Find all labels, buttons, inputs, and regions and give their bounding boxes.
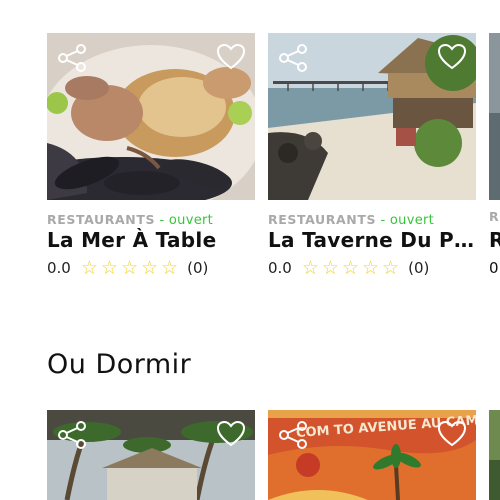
star-outline-icon: ☆ (321, 257, 339, 279)
heart-icon[interactable] (437, 43, 467, 71)
review-count: (0) (408, 259, 430, 277)
rating-value: 0 (489, 259, 499, 277)
restaurant-name[interactable]: La Taverne Du Pêc... (268, 228, 482, 252)
star-outline-icon: ☆ (141, 257, 159, 279)
open-status: - ouvert (155, 213, 214, 228)
lodging-photo[interactable] (489, 410, 500, 500)
section-title-lodging: Ou Dormir (47, 349, 192, 380)
open-status: - ouvert (376, 213, 435, 228)
star-rating: ☆ ☆ ☆ ☆ ☆ (80, 257, 181, 279)
star-outline-icon: ☆ (100, 257, 118, 279)
star-outline-icon: ☆ (362, 257, 380, 279)
star-outline-icon: ☆ (382, 257, 400, 279)
restaurant-photo[interactable] (47, 33, 255, 200)
heart-icon[interactable] (216, 43, 246, 71)
star-rating: ☆ ☆ ☆ ☆ ☆ (301, 257, 402, 279)
heart-icon[interactable] (216, 420, 246, 448)
restaurant-name: R (489, 228, 500, 252)
share-icon[interactable] (56, 44, 88, 72)
star-outline-icon: ☆ (120, 257, 138, 279)
restaurant-name[interactable]: La Mer À Table (47, 228, 261, 252)
restaurant-photo[interactable] (489, 33, 500, 200)
rating-value: 0.0 (268, 259, 292, 277)
lodging-photo[interactable]: COM TO AVENUE AU CAMP (268, 410, 476, 500)
restaurant-category-line: RESTAURANTS - ouvert (47, 209, 277, 228)
share-icon[interactable] (277, 44, 309, 72)
category-label: RESTAURANTS (47, 212, 156, 227)
share-icon[interactable] (277, 421, 309, 449)
restaurant-category-line: RESTAURANTS - ouvert (268, 209, 498, 228)
restaurant-photo[interactable] (268, 33, 476, 200)
star-outline-icon: ☆ (341, 257, 359, 279)
rating-value: 0.0 (47, 259, 71, 277)
rating-row: 0.0 ☆ ☆ ☆ ☆ ☆ (0) (47, 257, 209, 279)
star-outline-icon: ☆ (80, 257, 98, 279)
lodging-photo[interactable] (47, 410, 255, 500)
restaurant-card-partial[interactable]: R R 0 (489, 33, 500, 283)
category-label: RESTAURANTS (268, 212, 377, 227)
lodging-card-partial[interactable] (489, 410, 500, 500)
star-outline-icon: ☆ (301, 257, 319, 279)
review-count: (0) (187, 259, 209, 277)
category-label: R (489, 209, 500, 224)
heart-icon[interactable] (437, 420, 467, 448)
star-outline-icon: ☆ (161, 257, 179, 279)
rating-row: 0.0 ☆ ☆ ☆ ☆ ☆ (0) (268, 257, 430, 279)
share-icon[interactable] (56, 421, 88, 449)
